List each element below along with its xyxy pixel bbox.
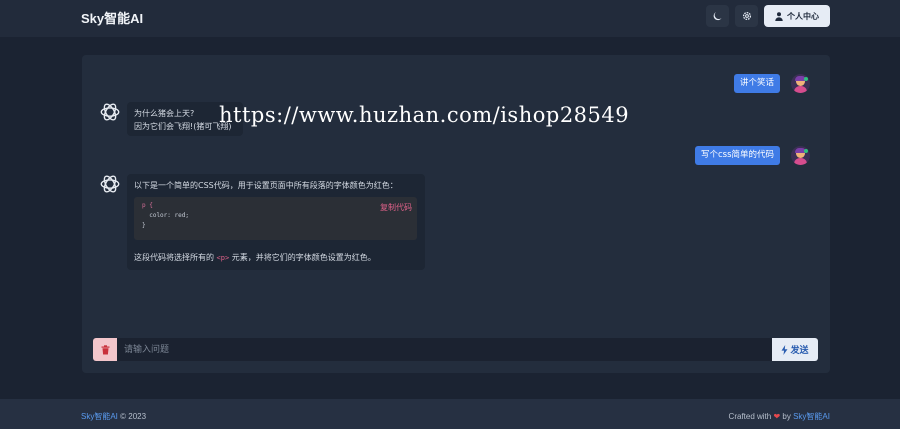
heart-icon: ❤ xyxy=(773,412,781,421)
trash-icon xyxy=(101,344,109,354)
send-label: 发送 xyxy=(790,346,809,356)
footer-brand-link[interactable]: Sky智能AI xyxy=(81,412,118,421)
assistant-text-line: 因为它们会飞翔!(猪可飞翔) xyxy=(134,122,232,131)
assistant-text-line: 为什么猪会上天? xyxy=(134,109,195,118)
send-button[interactable]: 发送 xyxy=(772,338,818,361)
code-block: p { color: red; } 复制代码 xyxy=(134,197,417,240)
copy-code-button[interactable]: 复制代码 xyxy=(380,202,412,213)
assistant-message-bubble: 以下是一个简单的CSS代码，用于设置页面中所有段落的字体颜色为红色： p { c… xyxy=(127,174,425,270)
gear-icon xyxy=(742,11,751,21)
footer-copyright: Sky智能AI © 2023 xyxy=(81,412,147,421)
code-line: p { xyxy=(142,202,153,209)
code-line: color: red; xyxy=(142,212,189,219)
assistant-outro-text: 这段代码将选择所有的 <p> 元素，并将它们的字体颜色设置为红色。 xyxy=(134,253,376,262)
top-navbar: Sky智能AI 个人中心 xyxy=(0,0,900,37)
openai-icon xyxy=(100,103,120,121)
user-message-bubble: 讲个笑话 xyxy=(734,74,781,93)
brand-logo[interactable]: Sky智能AI xyxy=(81,8,143,27)
lightning-icon xyxy=(781,344,788,355)
user-message-bubble: 写个css简单的代码 xyxy=(695,146,781,165)
settings-button[interactable] xyxy=(735,5,758,27)
question-input[interactable] xyxy=(117,338,772,361)
footer: Sky智能AI © 2023 Crafted with ❤ by Sky智能AI xyxy=(0,399,900,429)
inline-code: <p> xyxy=(216,254,230,262)
footer-credit: Crafted with ❤ by Sky智能AI xyxy=(728,412,830,421)
assistant-intro-text: 以下是一个简单的CSS代码，用于设置页面中所有段落的字体颜色为红色： xyxy=(134,181,398,190)
profile-button[interactable]: 个人中心 xyxy=(764,5,830,27)
moon-icon xyxy=(713,11,722,20)
watermark-text: https://www.huzhan.com/ishop28549 xyxy=(219,103,630,127)
user-avatar xyxy=(791,146,810,165)
user-icon xyxy=(775,11,783,21)
profile-label: 个人中心 xyxy=(787,11,819,21)
composer: 发送 xyxy=(93,338,818,361)
theme-toggle-button[interactable] xyxy=(706,5,729,27)
user-avatar xyxy=(791,74,810,93)
clear-chat-button[interactable] xyxy=(93,338,117,361)
code-line: } xyxy=(142,222,146,229)
footer-author-link[interactable]: Sky智能AI xyxy=(793,412,830,421)
openai-icon xyxy=(100,175,120,193)
